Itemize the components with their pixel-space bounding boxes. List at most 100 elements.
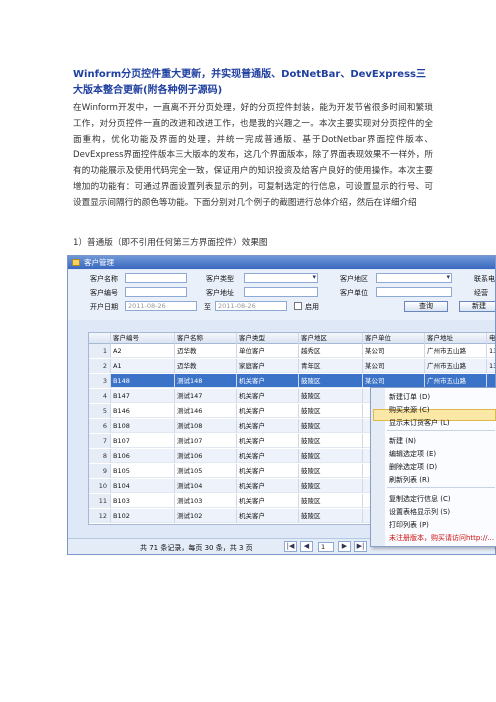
grid-context-menu: 新建订单 (D) 购买来源 (C) 显示末订货客户 (L) 新建 (N) 编辑选… bbox=[370, 387, 496, 547]
open-date-label: 开户日期 bbox=[90, 303, 118, 311]
menu-item-purchase-source[interactable]: 购买来源 (C) bbox=[389, 405, 430, 415]
menu-item-new-order[interactable]: 新建订单 (D) bbox=[389, 392, 430, 402]
column-header[interactable]: 客户单位 bbox=[363, 333, 425, 344]
table-cell: 迈华教 bbox=[175, 359, 237, 373]
customer-region-select[interactable] bbox=[376, 273, 452, 283]
table-cell: 测试108 bbox=[175, 419, 237, 433]
column-header[interactable]: 客户地区 bbox=[299, 333, 363, 344]
table-cell: A2 bbox=[111, 344, 175, 358]
business-label: 经营 bbox=[474, 289, 488, 297]
next-page-icon[interactable]: ▶ bbox=[338, 541, 351, 552]
table-cell: A1 bbox=[111, 359, 175, 373]
current-page-input[interactable]: 1 bbox=[318, 542, 334, 552]
prev-page-icon[interactable]: ◀ bbox=[300, 541, 313, 552]
menu-item-show-unordered[interactable]: 显示末订货客户 (L) bbox=[389, 418, 450, 428]
window-title: 客户管理 bbox=[84, 258, 114, 267]
row-number: 8 bbox=[89, 449, 111, 463]
table-row[interactable]: 2A1迈华教家庭客户青年区某公司广州市五山路13 bbox=[89, 359, 495, 373]
table-cell: 某公司 bbox=[363, 374, 425, 388]
customer-address-input[interactable] bbox=[244, 287, 318, 297]
table-cell: 测试102 bbox=[175, 509, 237, 523]
customer-unit-label: 客户单位 bbox=[340, 289, 368, 297]
table-cell: B102 bbox=[111, 509, 175, 523]
menu-separator bbox=[387, 487, 495, 488]
first-page-icon[interactable]: |◀ bbox=[284, 541, 297, 552]
last-page-icon[interactable]: ▶| bbox=[354, 541, 367, 552]
table-cell: 广州市五山路 bbox=[425, 344, 487, 358]
table-cell: 机关客户 bbox=[237, 374, 299, 388]
date-from-picker[interactable]: 2011-08-26 bbox=[125, 301, 197, 311]
column-header[interactable]: 客户编号 bbox=[111, 333, 175, 344]
customer-code-label: 客户编号 bbox=[90, 289, 118, 297]
customer-name-input[interactable] bbox=[125, 273, 187, 283]
customer-type-label: 客户类型 bbox=[206, 275, 234, 283]
table-cell: 测试146 bbox=[175, 404, 237, 418]
row-number: 2 bbox=[89, 359, 111, 373]
table-cell: B147 bbox=[111, 389, 175, 403]
table-cell: 机关客户 bbox=[237, 494, 299, 508]
column-header[interactable]: 客户名称 bbox=[175, 333, 237, 344]
column-header[interactable]: 客户类型 bbox=[237, 333, 299, 344]
menu-item-print[interactable]: 打印列表 (P) bbox=[389, 520, 429, 530]
table-cell: 鼓陵区 bbox=[299, 479, 363, 493]
customer-name-label: 客户名称 bbox=[90, 275, 118, 283]
table-cell: 鼓陵区 bbox=[299, 419, 363, 433]
column-header[interactable]: 电 bbox=[487, 333, 495, 344]
menu-separator bbox=[387, 430, 495, 431]
table-cell: 机关客户 bbox=[237, 389, 299, 403]
table-cell: B146 bbox=[111, 404, 175, 418]
table-cell: 某公司 bbox=[363, 344, 425, 358]
menu-item-unregistered-notice[interactable]: 未注册版本，购买请访问http://... bbox=[389, 533, 494, 543]
row-number: 10 bbox=[89, 479, 111, 493]
row-number: 4 bbox=[89, 389, 111, 403]
table-cell: 青年区 bbox=[299, 359, 363, 373]
table-cell: 测试148 bbox=[175, 374, 237, 388]
table-cell: 13 bbox=[487, 359, 495, 373]
table-cell: 迈华教 bbox=[175, 344, 237, 358]
date-to-picker[interactable]: 2011-08-26 bbox=[215, 301, 287, 311]
date-to-label: 至 bbox=[204, 303, 211, 311]
menu-item-set-columns[interactable]: 设置表格显示列 (S) bbox=[389, 507, 450, 517]
table-cell: 鼓陵区 bbox=[299, 494, 363, 508]
customer-code-input[interactable] bbox=[125, 287, 187, 297]
table-cell: 鼓陵区 bbox=[299, 509, 363, 523]
table-cell: 机关客户 bbox=[237, 464, 299, 478]
contact-label: 联系电 bbox=[474, 275, 495, 283]
enable-label: 启用 bbox=[305, 303, 319, 311]
menu-item-delete[interactable]: 删除选定项 (D) bbox=[389, 462, 437, 472]
query-button[interactable]: 查询 bbox=[404, 301, 448, 312]
menu-item-new[interactable]: 新建 (N) bbox=[389, 436, 416, 446]
row-number: 1 bbox=[89, 344, 111, 358]
table-cell: 机关客户 bbox=[237, 404, 299, 418]
customer-type-select[interactable] bbox=[244, 273, 318, 283]
row-number: 12 bbox=[89, 509, 111, 523]
new-button[interactable]: 新建 bbox=[459, 301, 495, 312]
table-cell: 测试103 bbox=[175, 494, 237, 508]
menu-item-refresh[interactable]: 刷新列表 (R) bbox=[389, 475, 430, 485]
table-row[interactable]: 3 B148 测试148 机关客户 鼓陵区 某公司 广州市五山路 bbox=[89, 374, 495, 388]
menu-item-copy-row[interactable]: 复制选定行信息 (C) bbox=[389, 494, 451, 504]
window-icon bbox=[72, 259, 80, 266]
article-title: Winform分页控件重大更新，并实现普通版、DotNetBar、DevExpr… bbox=[73, 69, 426, 96]
table-cell: 测试104 bbox=[175, 479, 237, 493]
row-number-header bbox=[89, 333, 111, 344]
customer-unit-input[interactable] bbox=[376, 287, 452, 297]
table-cell: 越秀区 bbox=[299, 344, 363, 358]
customer-address-label: 客户地址 bbox=[206, 289, 234, 297]
row-number: 11 bbox=[89, 494, 111, 508]
table-cell: B105 bbox=[111, 464, 175, 478]
table-cell: 鼓陵区 bbox=[299, 389, 363, 403]
menu-item-edit[interactable]: 编辑选定项 (E) bbox=[389, 449, 436, 459]
row-number: 9 bbox=[89, 464, 111, 478]
figure-caption: 1）普通版（即不引用任何第三方界面控件）效果图 bbox=[73, 238, 268, 248]
table-cell: B104 bbox=[111, 479, 175, 493]
table-cell bbox=[487, 374, 495, 388]
row-number: 7 bbox=[89, 434, 111, 448]
table-cell: 测试106 bbox=[175, 449, 237, 463]
table-row[interactable]: 1A2迈华教单位客户越秀区某公司广州市五山路13 bbox=[89, 344, 495, 358]
row-number: 3 bbox=[89, 374, 111, 388]
table-cell: 13 bbox=[487, 344, 495, 358]
enable-checkbox[interactable] bbox=[294, 302, 302, 310]
column-header[interactable]: 客户地址 bbox=[425, 333, 487, 344]
table-cell: 测试147 bbox=[175, 389, 237, 403]
